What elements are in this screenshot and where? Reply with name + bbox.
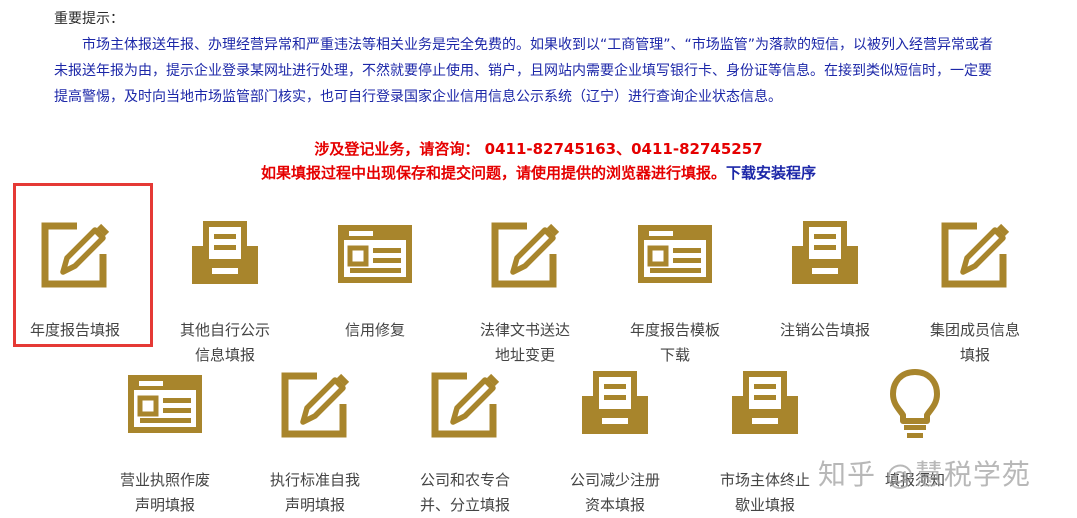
tile-label-line1: 年度报告模板 [629, 321, 720, 339]
pencil-square-icon [390, 358, 540, 450]
id-card-icon [600, 208, 750, 300]
tile-tiles_row2-3[interactable]: 公司减少注册 资本填报 [540, 358, 690, 518]
tile-tiles_row1-1[interactable]: 其他自行公示 信息填报 [150, 208, 300, 368]
id-card-icon [300, 208, 450, 300]
tile-tiles_row1-3[interactable]: 法律文书送达 地址变更 [450, 208, 600, 368]
tile-label-line2: 资本填报 [584, 496, 645, 514]
tile-tiles_row2-1[interactable]: 执行标准自我 声明填报 [240, 358, 390, 518]
tile-label: 公司减少注册 资本填报 [540, 468, 690, 518]
tile-label: 执行标准自我 声明填报 [240, 468, 390, 518]
tile-tiles_row2-0[interactable]: 营业执照作废 声明填报 [90, 358, 240, 518]
browser-notice-line: 如果填报过程中出现保存和提交问题，请使用提供的浏览器进行填报。下载安装程序 [0, 162, 1077, 184]
tile-label-line1: 执行标准自我 [269, 471, 360, 489]
tile-label: 信用修复 [300, 318, 450, 343]
tile-tiles_row2-4[interactable]: 市场主体终止 歇业填报 [690, 358, 840, 518]
browser-notice: 如果填报过程中出现保存和提交问题，请使用提供的浏览器进行填报。 [260, 164, 726, 182]
tile-label-line2: 歇业填报 [734, 496, 795, 514]
inbox-tray-icon [690, 358, 840, 450]
contact-line: 涉及登记业务，请咨询： 0411-82745163、0411-82745257 [314, 140, 763, 158]
tile-label-line1: 集团成员信息 [929, 321, 1020, 339]
tile-label-line1: 其他自行公示 [179, 321, 270, 339]
pencil-square-icon [900, 208, 1050, 300]
tile-tiles_row1-5[interactable]: 注销公告填报 [750, 208, 900, 343]
pencil-square-icon [240, 358, 390, 450]
tile-tiles_row1-6[interactable]: 集团成员信息 填报 [900, 208, 1050, 368]
lightbulb-icon [840, 358, 990, 450]
tile-label-line1: 公司减少注册 [569, 471, 660, 489]
download-installer-link[interactable]: 下载安装程序 [726, 164, 816, 182]
notice-title: 重要提示： [54, 11, 124, 27]
inbox-tray-icon [150, 208, 300, 300]
pencil-square-icon [450, 208, 600, 300]
tile-tiles_row1-2[interactable]: 信用修复 [300, 208, 450, 343]
tile-label-line2: 声明填报 [134, 496, 195, 514]
zhihu-watermark: 知乎 @慧税学苑 [818, 458, 1031, 491]
notice-body: 市场主体报送年报、办理经营异常和严重违法等相关业务是完全免费的。如果收到以“工商… [54, 37, 994, 105]
annual-report-highlight-box [13, 183, 153, 347]
tile-label-line1: 营业执照作废 [119, 471, 210, 489]
tile-label-line2: 并、分立填报 [419, 496, 510, 514]
tile-label-line1: 信用修复 [344, 321, 405, 339]
tile-tiles_row2-2[interactable]: 公司和农专合 并、分立填报 [390, 358, 540, 518]
tile-label-line1: 注销公告填报 [779, 321, 870, 339]
tile-label-line1: 公司和农专合 [419, 471, 510, 489]
tile-label-line1: 法律文书送达 [479, 321, 570, 339]
inbox-tray-icon [540, 358, 690, 450]
tile-tiles_row1-4[interactable]: 年度报告模板 下载 [600, 208, 750, 368]
important-notice: 重要提示： 市场主体报送年报、办理经营异常和严重违法等相关业务是完全免费的。如果… [54, 6, 994, 110]
inbox-tray-icon [750, 208, 900, 300]
tile-label-line2: 声明填报 [284, 496, 345, 514]
tile-label: 注销公告填报 [750, 318, 900, 343]
tile-label: 营业执照作废 声明填报 [90, 468, 240, 518]
id-card-icon [90, 358, 240, 450]
tile-label: 公司和农专合 并、分立填报 [390, 468, 540, 518]
